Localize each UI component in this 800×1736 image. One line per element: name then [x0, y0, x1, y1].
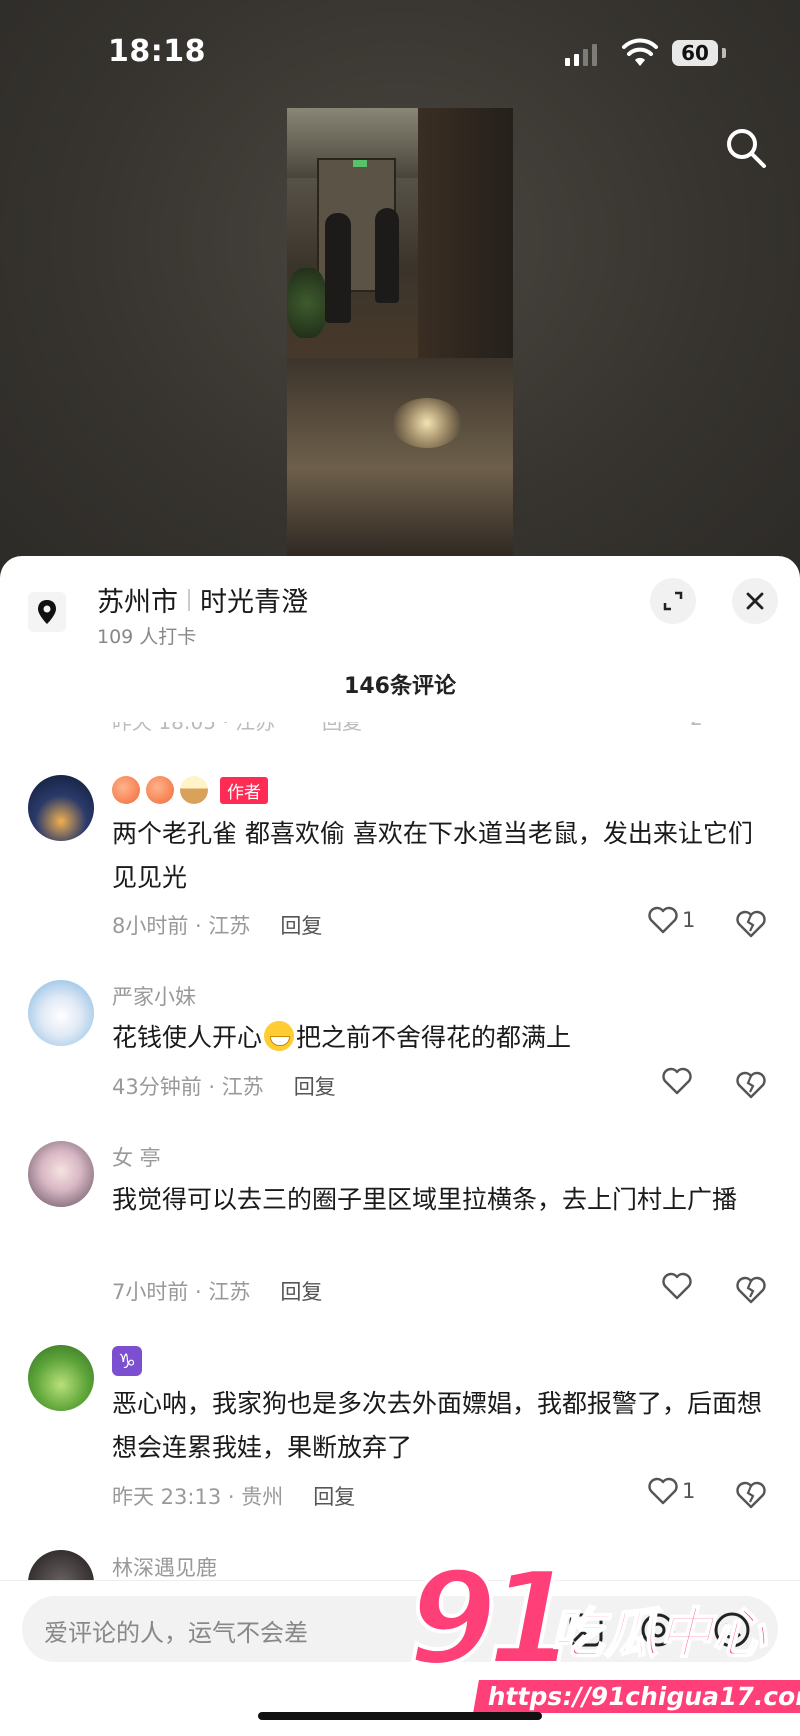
comment-text[interactable]: 我觉得可以去三的圈子里区域里拉横条，去上门村上广播 [112, 1178, 772, 1222]
heart-icon [662, 1067, 692, 1095]
battery-indicator: 60 [672, 40, 718, 66]
status-bar: 18:18 60 [0, 0, 800, 100]
search-icon[interactable] [724, 126, 768, 170]
broken-heart-icon[interactable] [735, 1480, 767, 1510]
scroll-mask [0, 700, 800, 722]
reply-button[interactable]: 回复 [313, 1485, 355, 1509]
author-tag: 作者 [220, 776, 268, 804]
comment-time: 43分钟前 · 江苏 [112, 1075, 264, 1099]
comment-text-part: 把之前不舍得花的都满上 [296, 1023, 572, 1052]
broken-heart-icon[interactable] [735, 909, 767, 939]
close-icon [746, 592, 764, 610]
comment-meta: 7小时前 · 江苏 回复 [112, 1276, 322, 1306]
like-count: 1 [682, 908, 696, 932]
comment-username[interactable]: 女 亭 [112, 1142, 161, 1172]
video-light-reflection [392, 398, 462, 448]
comment-meta: 昨天 23:13 · 贵州 回复 [112, 1481, 355, 1511]
comment-text[interactable]: 花钱使人开心 把之前不舍得花的都满上 [112, 1016, 772, 1060]
comment-text[interactable]: 恶心呐，我家狗也是多次去外面嫖娼，我都报警了，后面想想会连累我娃，果断放弃了 [112, 1382, 772, 1470]
reply-button[interactable]: 回复 [294, 1075, 336, 1099]
watermark-number: 91 [406, 1545, 578, 1694]
heart-icon [648, 1477, 678, 1505]
video-person [375, 208, 399, 303]
like-button[interactable]: 1 [648, 906, 695, 934]
heart-icon [648, 906, 678, 934]
broken-heart-icon[interactable] [735, 1275, 767, 1305]
broken-heart-icon[interactable] [735, 1070, 767, 1100]
peach-emoji-icon [112, 776, 140, 804]
location-divider [188, 588, 190, 611]
video-frame[interactable] [287, 108, 513, 558]
location-pin-icon [28, 592, 66, 632]
comment-badges: 作者 [112, 776, 268, 804]
cupcake-emoji-icon [180, 776, 208, 804]
location-place: 时光青澄 [200, 587, 308, 618]
capricorn-icon: ♑ [112, 1346, 142, 1376]
comment-badges: ♑ [112, 1346, 142, 1376]
comment-count: 146条评论 [344, 674, 456, 699]
like-count: 1 [682, 1479, 696, 1503]
location-title[interactable]: 苏州市 时光青澄 [97, 580, 308, 619]
like-button[interactable]: 1 [648, 1477, 695, 1505]
cellular-signal-icon [565, 42, 597, 66]
reply-button[interactable]: 回复 [280, 1280, 322, 1304]
comment-time: 7小时前 · 江苏 [112, 1280, 251, 1304]
close-button[interactable] [732, 578, 778, 624]
battery-tip [722, 48, 726, 58]
comment-input-placeholder: 爱评论的人，运气不会差 [44, 1619, 308, 1647]
location-city: 苏州市 [97, 587, 178, 618]
like-button[interactable] [662, 1272, 696, 1300]
heart-icon [662, 1272, 692, 1300]
comment-meta: 43分钟前 · 江苏 回复 [112, 1071, 336, 1101]
video-floor [287, 358, 513, 558]
video-plant [287, 268, 327, 338]
comment-username[interactable]: 林深遇见鹿 [112, 1552, 217, 1582]
comment-meta: 8小时前 · 江苏 回复 [112, 910, 322, 940]
watermark-url: https://91chigua17.com [473, 1680, 800, 1713]
status-time: 18:18 [108, 34, 206, 69]
home-indicator[interactable] [258, 1712, 542, 1720]
comment-text-part: 花钱使人开心 [112, 1023, 263, 1052]
comment-time: 昨天 23:13 · 贵州 [112, 1485, 284, 1509]
watermark-brand: 吃瓜中心 [549, 1601, 767, 1666]
peach-emoji-icon [146, 776, 174, 804]
watermark: 91 吃瓜中心 https://91chigua17.com [400, 1545, 800, 1720]
expand-button[interactable] [650, 578, 696, 624]
comment-time: 8小时前 · 江苏 [112, 914, 251, 938]
reply-button[interactable]: 回复 [280, 914, 322, 938]
wifi-icon [622, 38, 658, 66]
comment-text[interactable]: 两个老孔雀 都喜欢偷 喜欢在下水道当老鼠，发出来让它们见见光 [112, 812, 772, 900]
video-exit-sign [353, 160, 367, 167]
avatar[interactable] [28, 1141, 94, 1207]
avatar[interactable] [28, 980, 94, 1046]
location-checkins: 109 人打卡 [97, 626, 197, 648]
like-button[interactable] [662, 1067, 696, 1095]
video-person [325, 213, 351, 323]
expand-icon [663, 591, 683, 611]
grin-emoji-icon [264, 1021, 295, 1051]
avatar[interactable] [28, 1345, 94, 1411]
comment-username[interactable]: 严家小妹 [112, 981, 196, 1011]
avatar[interactable] [28, 775, 94, 841]
